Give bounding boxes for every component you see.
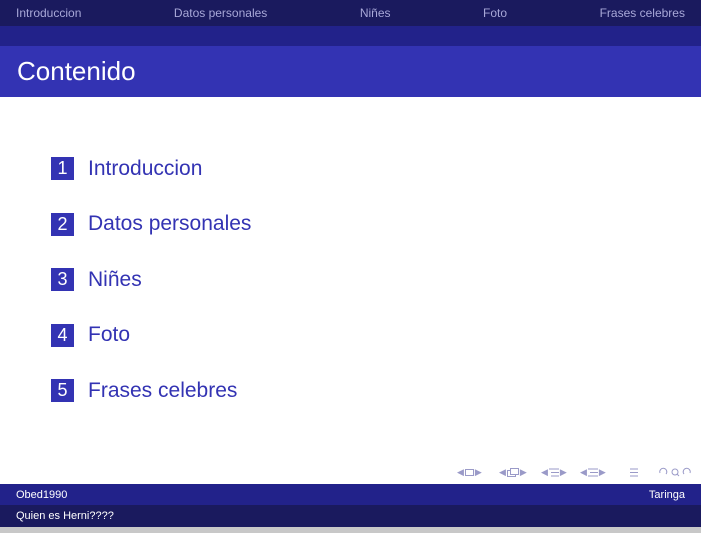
section-navigation-bar: Introduccion Datos personales Niñes Foto… [0,0,701,26]
search-icon[interactable] [658,465,692,479]
toc-item-number: 1 [51,157,74,180]
footer-author: Obed1990 [16,488,68,501]
toc-item-label[interactable]: Datos personales [88,212,251,236]
frame-title: Contenido [17,56,136,86]
footer-institute: Taringa [648,488,685,501]
footer-title: Quien es Herni???? [16,510,114,522]
frame-title-bar: Contenido [0,46,701,97]
appendix-icon[interactable] [630,465,638,479]
footer-author-bar: Obed1990 Taringa [0,484,701,505]
nav-item-foto[interactable]: Foto [483,6,507,20]
bottom-edge [0,527,701,533]
toc-item[interactable]: 3 Niñes [51,266,251,293]
toc-item-number: 4 [51,323,74,347]
toc-item-number: 2 [51,212,74,236]
toc-item[interactable]: 2 Datos personales [51,211,251,238]
subsection-strip [0,26,701,46]
toc-item[interactable]: 5 Frases celebres [51,377,251,404]
nav-item-frases-celebres[interactable]: Frases celebres [600,6,685,20]
nav-item-datos-personales[interactable]: Datos personales [174,6,267,20]
table-of-contents: 1 Introduccion 2 Datos personales 3 Niñe… [51,155,251,433]
toc-item[interactable]: 1 Introduccion [51,155,251,182]
subsection-nav-icon[interactable]: ◀ ▶ [498,465,528,479]
section-nav-icon[interactable]: ◀ ▶ [540,465,568,479]
toc-item-number: 3 [51,268,74,291]
document-nav-icon[interactable]: ◀ ▶ [579,465,607,479]
toc-item-label[interactable]: Niñes [88,268,142,292]
nav-item-nines[interactable]: Niñes [360,6,391,20]
toc-item-label[interactable]: Foto [88,323,130,347]
footer-title-bar: Quien es Herni???? [0,505,701,527]
toc-item[interactable]: 4 Foto [51,322,251,349]
toc-item-label[interactable]: Introduccion [88,157,202,181]
nav-item-introduccion[interactable]: Introduccion [16,6,81,20]
toc-item-number: 5 [51,379,74,402]
frame-nav-icon[interactable]: ◀ ▶ [456,465,483,479]
toc-item-label[interactable]: Frases celebres [88,379,237,403]
